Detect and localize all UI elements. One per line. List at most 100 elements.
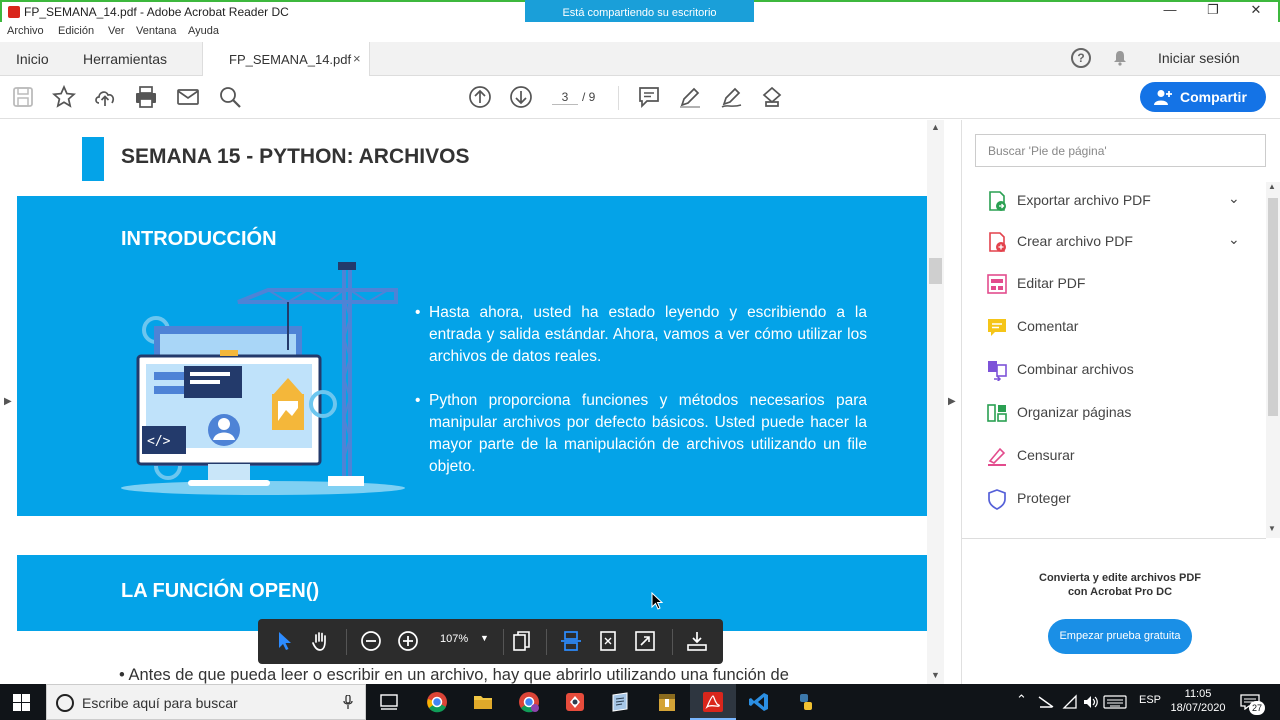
tool-edit-pdf[interactable]: Editar PDF — [983, 269, 1253, 297]
scrollbar-thumb[interactable] — [929, 258, 942, 284]
toolbar-divider — [618, 86, 619, 110]
share-button[interactable]: Compartir — [1140, 82, 1266, 112]
star-icon[interactable] — [52, 85, 76, 109]
task-view-icon[interactable] — [378, 691, 400, 713]
zoom-in-icon[interactable] — [397, 630, 419, 652]
create-pdf-icon — [989, 232, 1006, 252]
notes-app-icon[interactable] — [609, 691, 631, 713]
tools-scrollbar[interactable]: ▲ ▼ — [1266, 182, 1280, 538]
menu-edicion[interactable]: Edición — [58, 25, 94, 37]
print-icon[interactable] — [134, 85, 158, 109]
start-trial-button[interactable]: Empezar prueba gratuita — [1048, 619, 1192, 654]
taskbar-search-input[interactable]: Escribe aquí para buscar — [46, 684, 366, 720]
scroll-down-icon[interactable]: ▼ — [931, 670, 940, 680]
scroll-up-icon[interactable]: ▲ — [1268, 182, 1276, 191]
windows-start-icon[interactable] — [13, 694, 30, 711]
menu-ver[interactable]: Ver — [108, 25, 125, 37]
document-scrollbar[interactable]: ▲ ▼ — [927, 120, 944, 684]
tool-label: Editar PDF — [1017, 275, 1086, 291]
panel-divider — [962, 538, 1266, 539]
page-total: / 9 — [582, 90, 596, 104]
tool-combine-files[interactable]: Combinar archivos — [983, 355, 1253, 383]
chrome-icon[interactable] — [426, 691, 448, 713]
zoom-search-icon[interactable] — [218, 85, 242, 109]
hand-tool-icon[interactable] — [310, 630, 332, 652]
intro-bullet-1: Hasta ahora, usted ha estado leyendo y e… — [415, 302, 867, 368]
close-tab-icon[interactable]: × — [353, 51, 361, 66]
file-explorer-icon[interactable] — [472, 691, 494, 713]
tool-label: Exportar archivo PDF — [1017, 192, 1151, 208]
keyboard-icon[interactable] — [1103, 695, 1127, 709]
full-screen-icon[interactable] — [634, 630, 656, 652]
wifi-icon[interactable] — [1062, 694, 1078, 710]
minimize-icon[interactable]: — — [1160, 2, 1180, 17]
close-icon[interactable]: ✕ — [1246, 2, 1266, 18]
menu-bar: Archivo Edición Ver Ventana Ayuda — [0, 22, 1280, 42]
toolbar-divider — [346, 629, 347, 655]
share-button-label: Compartir — [1180, 89, 1247, 105]
page-up-icon[interactable] — [468, 85, 492, 109]
stamp-tools-icon[interactable] — [760, 85, 784, 109]
read-mode-icon[interactable] — [686, 630, 708, 652]
menu-ayuda[interactable]: Ayuda — [188, 25, 219, 37]
upload-cloud-icon[interactable] — [93, 85, 117, 109]
chevron-down-icon[interactable]: ⌄ — [1228, 231, 1240, 248]
volume-icon[interactable] — [1082, 694, 1098, 710]
menu-archivo[interactable]: Archivo — [7, 25, 44, 37]
clock-date: 18/07/2020 — [1170, 702, 1226, 714]
clock-time: 11:05 — [1184, 688, 1212, 700]
sign-icon[interactable] — [719, 85, 743, 109]
scrollbar-thumb[interactable] — [1268, 198, 1278, 416]
signin-link[interactable]: Iniciar sesión — [1158, 50, 1240, 66]
tools-search-input[interactable]: Buscar 'Pie de página' — [975, 134, 1266, 167]
tab-home[interactable]: Inicio — [16, 51, 49, 67]
chevron-down-icon[interactable]: ⌄ — [1228, 190, 1240, 207]
page-down-icon[interactable] — [509, 85, 533, 109]
page-view-icon[interactable] — [511, 630, 533, 652]
input-language[interactable]: ESP — [1139, 694, 1161, 706]
tool-protect[interactable]: Proteger — [983, 484, 1253, 512]
tool-label: Proteger — [1017, 490, 1071, 506]
zoom-dropdown-icon[interactable]: ▼ — [480, 633, 489, 643]
taskbar-active-app[interactable] — [690, 684, 736, 720]
help-icon[interactable]: ? — [1071, 48, 1091, 68]
save-icon[interactable] — [11, 85, 35, 109]
page-number-input[interactable]: 3 — [552, 90, 578, 105]
floating-toolbar: 107% ▼ — [258, 619, 723, 664]
system-clock[interactable]: 11:05 18/07/2020 — [1168, 687, 1228, 715]
tab-document[interactable]: FP_SEMANA_14.pdf × — [202, 42, 370, 77]
game-app-icon[interactable] — [564, 691, 586, 713]
tool-redact[interactable]: Censurar — [983, 441, 1253, 469]
python-app-icon[interactable] — [795, 691, 817, 713]
vscode-icon[interactable] — [748, 691, 770, 713]
right-panel-toggle-icon[interactable]: ▶ — [948, 396, 956, 407]
tool-export-pdf[interactable]: Exportar archivo PDF ⌄ — [983, 186, 1253, 214]
tool-organize-pages[interactable]: Organizar páginas — [983, 398, 1253, 426]
document-tab-label: FP_SEMANA_14.pdf — [229, 52, 352, 67]
highlight-pen-icon[interactable] — [678, 85, 702, 109]
archive-app-icon[interactable] — [656, 691, 678, 713]
zoom-out-icon[interactable] — [360, 630, 382, 652]
add-user-icon — [1154, 90, 1172, 105]
scroll-down-icon[interactable]: ▼ — [1268, 524, 1276, 533]
bell-icon[interactable] — [1112, 50, 1128, 66]
left-panel-toggle-icon[interactable]: ▶ — [4, 396, 12, 407]
scroll-up-icon[interactable]: ▲ — [931, 122, 940, 132]
restore-icon[interactable]: ❐ — [1203, 2, 1223, 18]
notification-count-badge: 27 — [1249, 701, 1265, 715]
microphone-icon[interactable] — [343, 695, 353, 709]
comment-icon[interactable] — [637, 85, 661, 109]
intro-bullet-2: Python proporciona funciones y métodos n… — [415, 390, 867, 478]
scroll-mode-icon[interactable] — [560, 630, 582, 652]
mail-icon[interactable] — [176, 85, 200, 109]
show-hidden-icons-icon[interactable]: ⌃ — [1016, 692, 1027, 708]
fit-page-icon[interactable] — [597, 630, 619, 652]
menu-ventana[interactable]: Ventana — [136, 25, 176, 37]
tool-create-pdf[interactable]: Crear archivo PDF ⌄ — [983, 227, 1253, 255]
tool-comment[interactable]: Comentar — [983, 312, 1253, 340]
tab-tools[interactable]: Herramientas — [83, 51, 167, 67]
select-cursor-icon[interactable] — [273, 630, 295, 652]
network-icon[interactable] — [1038, 695, 1054, 709]
zoom-level[interactable]: 107% — [440, 633, 468, 645]
chrome-profile-icon[interactable] — [518, 691, 540, 713]
